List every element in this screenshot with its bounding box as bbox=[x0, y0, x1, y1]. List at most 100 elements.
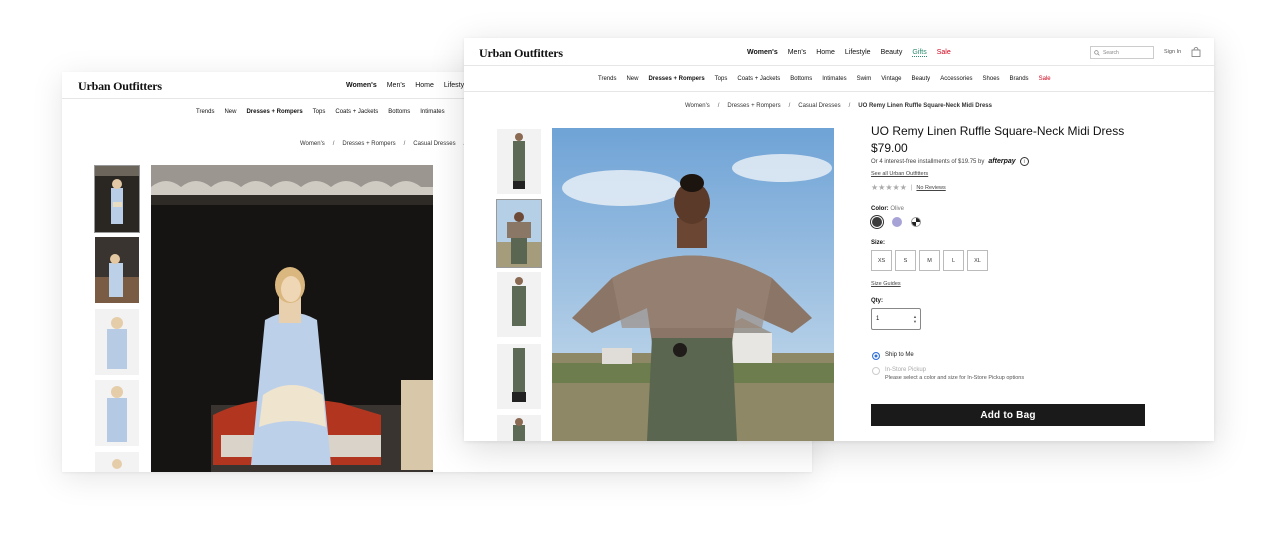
afterpay-logo: afterpay bbox=[988, 158, 1016, 165]
crumb-casual[interactable]: Casual Dresses bbox=[413, 141, 455, 147]
nav-home[interactable]: Home bbox=[816, 49, 835, 57]
thumbnail-1[interactable] bbox=[94, 165, 140, 233]
size-l[interactable]: L bbox=[943, 250, 964, 271]
crumb-casual[interactable]: Casual Dresses bbox=[798, 103, 840, 109]
installments-text: Or 4 interest-free installments of $19.7… bbox=[871, 158, 985, 165]
product-photo-thumb bbox=[95, 166, 139, 232]
shopping-bag-icon[interactable] bbox=[1191, 47, 1201, 57]
ship-to-me-radio[interactable] bbox=[872, 352, 880, 360]
subnav-dresses[interactable]: Dresses + Rompers bbox=[648, 76, 704, 82]
thumbnail-2[interactable] bbox=[94, 236, 140, 304]
nav-sale[interactable]: Sale bbox=[937, 49, 951, 57]
product-photo bbox=[151, 165, 433, 472]
store-pickup-note: Please select a color and size for In-St… bbox=[885, 375, 1025, 381]
category-nav: Trends New Dresses + Rompers Tops Coats … bbox=[196, 109, 445, 115]
search-placeholder: Search bbox=[1103, 49, 1119, 56]
product-photo-thumb bbox=[95, 309, 139, 375]
subnav-trends[interactable]: Trends bbox=[196, 109, 214, 115]
quantity-select[interactable]: 1 ▲ ▼ bbox=[871, 308, 921, 330]
crumb-separator: / bbox=[717, 103, 720, 109]
info-icon[interactable]: i bbox=[1019, 157, 1029, 166]
main-nav: Women's Men's Home Lifestyle bbox=[346, 82, 470, 89]
subnav-dresses[interactable]: Dresses + Rompers bbox=[246, 109, 302, 115]
size-label: Size: bbox=[871, 240, 886, 246]
subnav-new[interactable]: New bbox=[224, 109, 236, 115]
color-label: Color: Olive bbox=[871, 206, 904, 212]
nav-beauty[interactable]: Beauty bbox=[881, 49, 903, 57]
store-pickup-label: In-Store Pickup bbox=[885, 367, 927, 373]
search-icon bbox=[1094, 49, 1100, 56]
subnav-swim[interactable]: Swim bbox=[857, 76, 872, 82]
subnav-bottoms[interactable]: Bottoms bbox=[388, 109, 410, 115]
crumb-dresses[interactable]: Dresses + Rompers bbox=[727, 103, 780, 109]
rating-separator: | bbox=[910, 184, 913, 191]
subnav-divider bbox=[464, 91, 1214, 92]
size-xl[interactable]: XL bbox=[967, 250, 988, 271]
thumbnail-4[interactable] bbox=[94, 379, 140, 447]
search-input[interactable]: Search bbox=[1090, 46, 1154, 59]
size-xs[interactable]: XS bbox=[871, 250, 892, 271]
thumbnail-2[interactable] bbox=[496, 199, 542, 268]
crumb-womens[interactable]: Women's bbox=[300, 141, 325, 147]
sign-in-link[interactable]: Sign In bbox=[1164, 49, 1181, 55]
brand-logo[interactable]: Urban Outfitters bbox=[479, 46, 563, 61]
nav-mens[interactable]: Men's bbox=[788, 49, 806, 57]
nav-lifestyle[interactable]: Lifestyle bbox=[845, 49, 871, 57]
subnav-bottoms[interactable]: Bottoms bbox=[790, 76, 812, 82]
brand-logo[interactable]: Urban Outfitters bbox=[78, 79, 162, 94]
front-product-window: Urban Outfitters Women's Men's Home Life… bbox=[464, 38, 1214, 441]
see-all-brand-link[interactable]: See all Urban Outfitters bbox=[871, 171, 928, 177]
subnav-beauty[interactable]: Beauty bbox=[912, 76, 931, 82]
subnav-new[interactable]: New bbox=[626, 76, 638, 82]
main-product-photo[interactable] bbox=[151, 165, 433, 472]
swatch-lavender[interactable] bbox=[892, 217, 902, 227]
breadcrumb: Women's / Dresses + Rompers / Casual Dress… bbox=[685, 103, 992, 109]
subnav-tops[interactable]: Tops bbox=[715, 76, 728, 82]
size-s[interactable]: S bbox=[895, 250, 916, 271]
crumb-separator: / bbox=[332, 141, 335, 147]
product-photo-thumb bbox=[95, 237, 139, 303]
thumbnail-3[interactable] bbox=[496, 271, 542, 338]
crumb-womens[interactable]: Women's bbox=[685, 103, 710, 109]
main-product-photo[interactable] bbox=[552, 128, 834, 441]
product-title: UO Remy Linen Ruffle Square-Neck Midi Dr… bbox=[871, 124, 1125, 138]
crumb-current: UO Remy Linen Ruffle Square-Neck Midi Dr… bbox=[858, 103, 992, 109]
size-guides-link[interactable]: Size Guides bbox=[871, 281, 901, 287]
crumb-separator: / bbox=[848, 103, 851, 109]
swatch-olive[interactable] bbox=[872, 217, 882, 227]
swatch-print[interactable] bbox=[911, 217, 921, 227]
product-price: $79.00 bbox=[871, 141, 908, 155]
subnav-shoes[interactable]: Shoes bbox=[983, 76, 1000, 82]
subnav-brands[interactable]: Brands bbox=[1010, 76, 1029, 82]
thumbnail-5[interactable] bbox=[496, 414, 542, 441]
thumbnail-1[interactable] bbox=[496, 128, 542, 195]
thumbnail-3[interactable] bbox=[94, 308, 140, 376]
subnav-tops[interactable]: Tops bbox=[313, 109, 326, 115]
store-pickup-radio[interactable] bbox=[872, 367, 880, 375]
subnav-sale[interactable]: Sale bbox=[1039, 76, 1051, 82]
category-nav: Trends New Dresses + Rompers Tops Coats … bbox=[598, 76, 1051, 82]
subnav-intimates[interactable]: Intimates bbox=[420, 109, 444, 115]
nav-mens[interactable]: Men's bbox=[387, 82, 405, 89]
nav-womens[interactable]: Women's bbox=[747, 49, 778, 57]
thumbnail-5[interactable] bbox=[94, 451, 140, 472]
thumbnail-4[interactable] bbox=[496, 343, 542, 410]
nav-womens[interactable]: Women's bbox=[346, 82, 377, 89]
subnav-trends[interactable]: Trends bbox=[598, 76, 616, 82]
main-nav: Women's Men's Home Lifestyle Beauty Gift… bbox=[747, 49, 951, 57]
subnav-coats[interactable]: Coats + Jackets bbox=[737, 76, 780, 82]
nav-home[interactable]: Home bbox=[415, 82, 434, 89]
reviews-link[interactable]: No Reviews bbox=[916, 185, 945, 191]
subnav-vintage[interactable]: Vintage bbox=[881, 76, 901, 82]
add-to-bag-button[interactable]: Add to Bag bbox=[871, 404, 1145, 426]
subnav-coats[interactable]: Coats + Jackets bbox=[335, 109, 378, 115]
crumb-separator: / bbox=[788, 103, 791, 109]
subnav-intimates[interactable]: Intimates bbox=[822, 76, 846, 82]
nav-gifts[interactable]: Gifts bbox=[912, 49, 927, 57]
stepper-icon: ▲ ▼ bbox=[913, 314, 917, 324]
subnav-accessories[interactable]: Accessories bbox=[940, 76, 972, 82]
crumb-dresses[interactable]: Dresses + Rompers bbox=[342, 141, 395, 147]
size-m[interactable]: M bbox=[919, 250, 940, 271]
rating: ★★★★★ | No Reviews bbox=[871, 183, 946, 192]
product-photo-thumb bbox=[95, 380, 139, 446]
